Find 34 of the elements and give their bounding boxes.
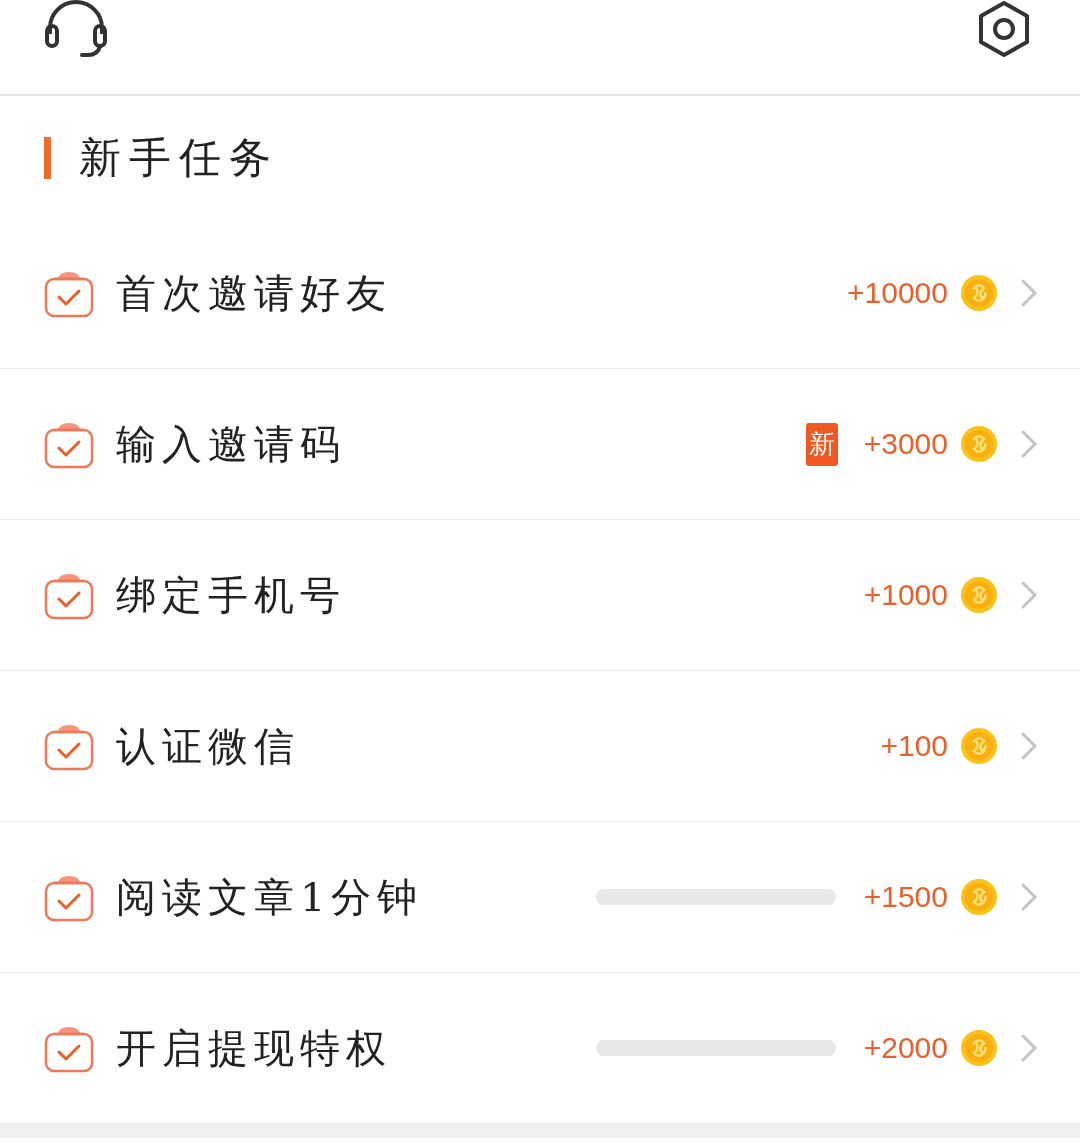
chevron-right-icon xyxy=(1020,580,1038,610)
task-row[interactable]: 首次邀请好友 +10000 xyxy=(0,218,1080,369)
task-row[interactable]: 认证微信 +100 xyxy=(0,671,1080,822)
task-row[interactable]: 阅读文章1分钟 +1500 xyxy=(0,822,1080,973)
task-title: 认证微信 xyxy=(116,721,300,771)
new-badge: 新 xyxy=(805,422,838,466)
coin-icon xyxy=(960,576,998,614)
task-row[interactable]: 输入邀请码 新 +3000 xyxy=(0,369,1080,520)
reward-amount: +100 xyxy=(880,729,948,763)
reward-amount: +1500 xyxy=(863,880,948,914)
chevron-right-icon xyxy=(1020,429,1038,459)
task-title: 阅读文章1分钟 xyxy=(116,872,424,922)
section-title: 新手任务 xyxy=(79,132,279,184)
chevron-right-icon xyxy=(1020,278,1038,308)
settings-icon[interactable] xyxy=(976,0,1032,58)
chevron-right-icon xyxy=(1020,731,1038,761)
task-title: 输入邀请码 xyxy=(116,419,346,469)
task-title: 首次邀请好友 xyxy=(116,268,392,318)
accent-bar xyxy=(44,137,51,179)
coin-icon xyxy=(960,1029,998,1067)
task-row[interactable]: 绑定手机号 +1000 xyxy=(0,520,1080,671)
reward-amount: +3000 xyxy=(863,427,948,461)
coin-icon xyxy=(960,425,998,463)
coin-icon xyxy=(960,878,998,916)
reward-amount: +1000 xyxy=(863,578,948,612)
reward-amount: +2000 xyxy=(863,1031,948,1065)
task-title: 绑定手机号 xyxy=(116,570,346,620)
chevron-right-icon xyxy=(1020,882,1038,912)
coin-icon xyxy=(960,727,998,765)
chevron-right-icon xyxy=(1020,1033,1038,1063)
coin-icon xyxy=(960,274,998,312)
reward-amount: +10000 xyxy=(847,276,948,310)
task-title: 开启提现特权 xyxy=(116,1023,392,1073)
headset-icon[interactable] xyxy=(44,0,108,58)
